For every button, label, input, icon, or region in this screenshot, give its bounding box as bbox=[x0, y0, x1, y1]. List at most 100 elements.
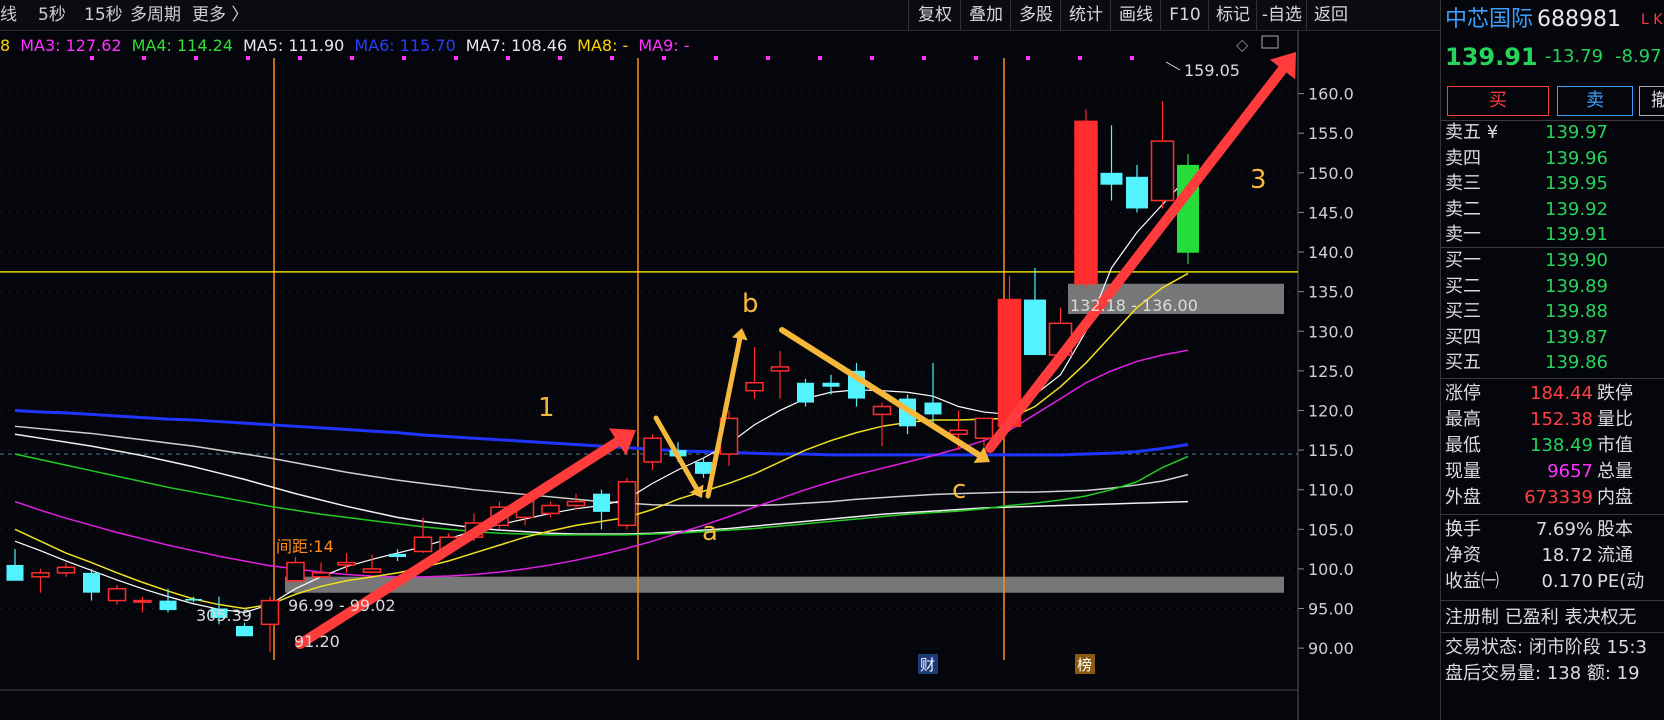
y-tick-label-1: 95.00 bbox=[1308, 600, 1354, 619]
period-tab-1[interactable]: 5秒 bbox=[38, 0, 66, 30]
divider bbox=[1441, 600, 1664, 601]
top-dot-marker bbox=[1026, 56, 1030, 60]
candle-body bbox=[337, 561, 356, 566]
candle-body bbox=[6, 564, 24, 581]
candle-body bbox=[1024, 299, 1046, 356]
kline-chart[interactable]: 90.00 95.00 100.0 105.0 110.0 115.0 120.0 125.0… bbox=[0, 30, 1440, 720]
toolbar-button-3[interactable]: 统计 bbox=[1060, 0, 1111, 30]
toolbar-button-7[interactable]: -自选 bbox=[1256, 0, 1307, 30]
candle-body bbox=[695, 461, 712, 474]
stat-row-1-label: 最高 bbox=[1445, 409, 1481, 430]
chart-toolbar: 线 5秒 15秒 多周期 更多 〉 复权 叠加 多股 统计 画线 F10 标记 -自选 返回 bbox=[0, 0, 1440, 31]
candle-body bbox=[236, 625, 253, 637]
candle-body bbox=[770, 366, 790, 372]
top-dot-marker bbox=[454, 56, 458, 60]
ask-row-3: 卖二 139.92 bbox=[1441, 197, 1664, 223]
period-tab-0[interactable]: 线 bbox=[0, 0, 17, 30]
toolbar-button-4[interactable]: 画线 bbox=[1110, 0, 1161, 30]
top-dot-marker bbox=[818, 56, 822, 60]
stat2-row-2-label: 收益㈠ bbox=[1445, 571, 1499, 592]
bid-row-1: 买二 139.89 bbox=[1441, 274, 1664, 300]
candle-body bbox=[643, 437, 662, 463]
stock-code: 688981 bbox=[1537, 7, 1621, 32]
bid-row-0-label: 买一 bbox=[1445, 250, 1481, 271]
ask-row-2-price: 139.95 bbox=[1545, 173, 1608, 194]
stat-row-4: 外盘 673339 内盘 bbox=[1441, 484, 1664, 511]
ask-row-3-price: 139.92 bbox=[1545, 198, 1608, 220]
wave-3-arrow-shaft bbox=[985, 64, 1288, 453]
ask-row-0-label: 卖五 ¥ bbox=[1445, 122, 1499, 143]
toolbar-button-6[interactable]: 标记 bbox=[1208, 0, 1257, 30]
diamond-icon: ◇ bbox=[1236, 35, 1249, 54]
stat-row-0: 涨停 184.44 跌停 bbox=[1441, 380, 1664, 407]
stat-row-3-label: 现量 bbox=[1445, 461, 1481, 482]
candle-body bbox=[593, 493, 610, 512]
candle-body bbox=[745, 381, 764, 392]
divider bbox=[1441, 632, 1664, 633]
stat2-row-0: 换手 7.69% 股本 bbox=[1441, 516, 1664, 543]
candle-body bbox=[822, 382, 840, 387]
top-dot-marker bbox=[506, 56, 510, 60]
toolbar-button-5[interactable]: F10 bbox=[1160, 0, 1209, 30]
stat2-row-1-label2: 流通 bbox=[1597, 545, 1633, 566]
ask-row-0: 卖五 ¥ 139.97 bbox=[1441, 120, 1664, 146]
buy-button[interactable]: 买 bbox=[1447, 86, 1549, 116]
period-tab-3[interactable]: 多周期 bbox=[130, 0, 181, 30]
bid-row-3-label: 买四 bbox=[1445, 326, 1481, 348]
low-price-label: 91.20 bbox=[294, 632, 340, 651]
bid-row-4-price: 139.86 bbox=[1545, 352, 1608, 373]
candle-body bbox=[924, 402, 942, 415]
candle-body bbox=[286, 561, 305, 582]
market-badge: L K bbox=[1641, 12, 1663, 28]
bid-row-1-price: 139.89 bbox=[1545, 275, 1608, 297]
wave-label-1: 1 bbox=[538, 393, 555, 423]
top-dot-marker bbox=[1130, 56, 1134, 60]
toolbar-button-2[interactable]: 多股 bbox=[1010, 0, 1061, 30]
stat-row-1: 最高 152.38 量比 bbox=[1441, 406, 1664, 433]
bid-row-3: 买四 139.87 bbox=[1441, 325, 1664, 351]
stat-row-0-label2: 跌停 bbox=[1597, 383, 1633, 404]
last-price: 139.91 bbox=[1445, 43, 1538, 71]
top-dot-marker bbox=[974, 56, 978, 60]
price-row: 139.91 -13.79 -8.97 bbox=[1441, 40, 1664, 74]
candle-body bbox=[185, 599, 202, 601]
stat-row-1-value: 152.38 bbox=[1530, 409, 1593, 430]
top-dot-marker bbox=[142, 56, 146, 60]
top-dot-marker bbox=[922, 56, 926, 60]
stat-row-2-label2: 市值 bbox=[1597, 435, 1633, 456]
candle-body bbox=[1100, 172, 1123, 185]
wave-label-c: c bbox=[952, 475, 966, 505]
wave-label-3: 3 bbox=[1250, 165, 1267, 195]
quote-panel: 中芯国际 688981 L K 139.91 -13.79 -8.97 买 卖 … bbox=[1440, 0, 1664, 720]
candle-body bbox=[797, 382, 814, 403]
top-dot-marker bbox=[714, 56, 718, 60]
stat2-row-1-label: 净资 bbox=[1445, 545, 1481, 566]
top-dot-marker bbox=[402, 56, 406, 60]
cancel-button[interactable]: 撤 bbox=[1639, 86, 1664, 116]
candle-body bbox=[389, 553, 406, 558]
y-tick-label-6: 120.0 bbox=[1308, 401, 1354, 420]
period-tab-4[interactable]: 更多 〉 bbox=[192, 0, 248, 30]
bid-row-1-label: 买二 bbox=[1445, 275, 1481, 297]
ask-row-1-label: 卖四 bbox=[1445, 147, 1481, 169]
candle-body bbox=[541, 504, 560, 515]
marker-cai: 财 bbox=[920, 656, 935, 674]
y-tick-label-10: 140.0 bbox=[1308, 243, 1354, 262]
stock-header: 中芯国际 688981 L K bbox=[1441, 0, 1664, 38]
y-tick-label-9: 135.0 bbox=[1308, 283, 1354, 302]
toolbar-button-8[interactable]: 返回 bbox=[1306, 0, 1355, 30]
toolbar-button-0[interactable]: 复权 bbox=[908, 0, 961, 30]
stat2-row-0-label: 换手 bbox=[1445, 519, 1481, 540]
sell-button[interactable]: 卖 bbox=[1557, 86, 1633, 116]
candle-body bbox=[566, 500, 586, 507]
stat-row-2-label: 最低 bbox=[1445, 435, 1481, 456]
bid-row-2-label: 买三 bbox=[1445, 301, 1481, 322]
period-tab-2[interactable]: 15秒 bbox=[84, 0, 123, 30]
toolbar-button-1[interactable]: 叠加 bbox=[960, 0, 1011, 30]
price-change: -13.79 bbox=[1545, 46, 1604, 67]
stat-row-3-label2: 总量 bbox=[1597, 461, 1633, 482]
y-tick-label-5: 115.0 bbox=[1308, 441, 1354, 460]
zone-label-1: 132.18 - 136.00 bbox=[1070, 296, 1198, 315]
top-dot-marker bbox=[298, 56, 302, 60]
candle-body bbox=[56, 566, 76, 574]
